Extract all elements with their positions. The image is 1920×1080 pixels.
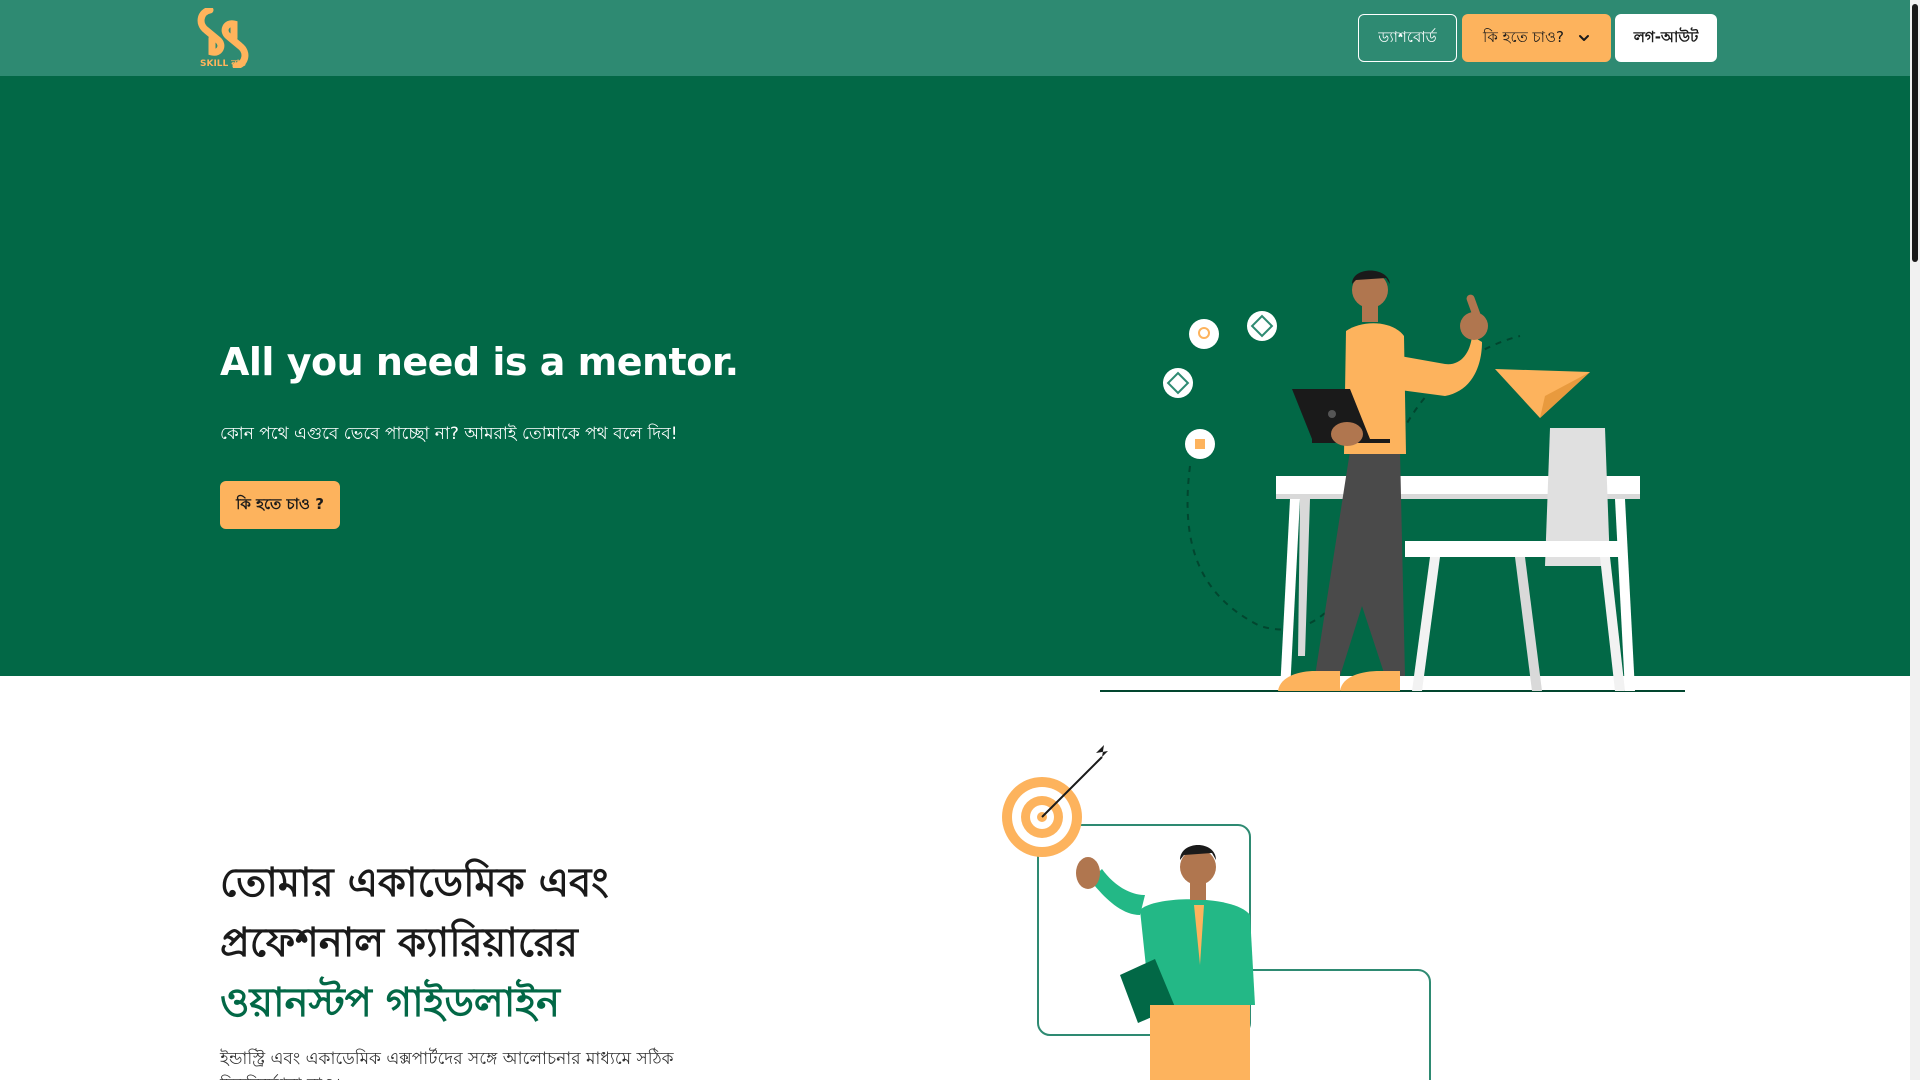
section-title-line-1: তোমার একাডেমিক এবং: [220, 859, 609, 906]
hero-cta-label: কি হতে চাও ?: [236, 494, 324, 513]
dashboard-button[interactable]: ড্যাশবোর্ড: [1358, 14, 1457, 62]
section-title: তোমার একাডেমিক এবং প্রফেশনাল ক্যারিয়ারে…: [220, 853, 609, 1033]
scrollbar-thumb[interactable]: [1912, 4, 1918, 262]
what-to-be-label: কি হতে চাও?: [1483, 27, 1564, 46]
chevron-down-icon: [1578, 35, 1589, 41]
navbar: SKILL নাও ড্যাশবোর্ড কি হতে চাও? লগ-আউট: [0, 0, 1910, 76]
dashboard-button-label: ড্যাশবোর্ড: [1378, 27, 1437, 46]
hero-subtitle: কোন পথে এগুবে ভেবে পাচ্ছো না? আমরাই তোমা…: [220, 424, 678, 444]
target-illustration: [1002, 745, 1431, 1080]
logout-button-label: লগ-আউট: [1633, 27, 1699, 46]
hero-title: All you need is a mentor.: [220, 340, 739, 384]
logout-button[interactable]: লগ-আউট: [1615, 14, 1717, 62]
section-description: ইন্ডাস্ট্রি এবং একাডেমিক এক্সপার্টদের সঙ…: [220, 1049, 674, 1080]
logo-text: SKILL নাও: [199, 59, 246, 69]
section-title-line-2: প্রফেশনাল ক্যারিয়ারের: [220, 919, 578, 966]
page-scrollbar[interactable]: [1910, 0, 1920, 1080]
hero-cta-button[interactable]: কি হতে চাও ?: [220, 481, 340, 529]
section-title-line-3: ওয়ানস্টপ গাইডলাইন: [220, 979, 561, 1026]
what-to-be-dropdown[interactable]: কি হতে চাও?: [1462, 14, 1611, 62]
mentor-illustration: [1100, 270, 1685, 692]
hero-section: All you need is a mentor. কোন পথে এগুবে …: [0, 76, 1910, 692]
